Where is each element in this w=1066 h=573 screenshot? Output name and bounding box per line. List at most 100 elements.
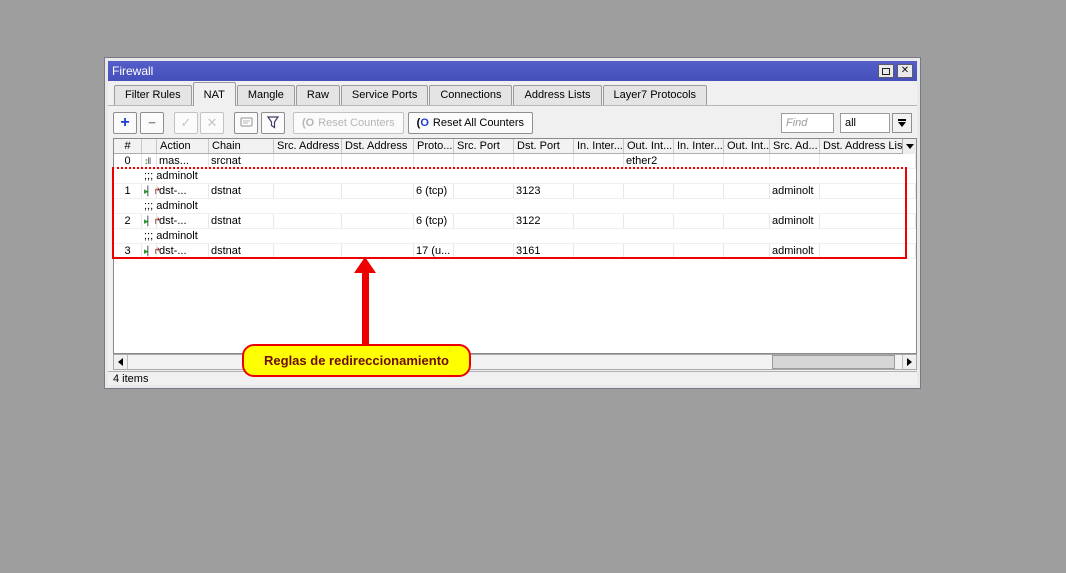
comment-row[interactable]: ;;; adminolt [114, 169, 916, 184]
filter-scope-dropdown[interactable]: all [840, 113, 890, 133]
close-button[interactable]: ✕ [897, 64, 913, 78]
cell-in-inter- [674, 154, 724, 168]
dst-nat-icon: ▸▏↱ [142, 244, 157, 258]
chevron-down-icon [898, 122, 906, 127]
annotation-arrowhead-icon [354, 257, 376, 273]
tab-bar: Filter RulesNATMangleRawService PortsCon… [108, 81, 917, 106]
cell-out-int- [724, 244, 770, 258]
cell-proto-: 6 (tcp) [414, 214, 454, 228]
tab-connections[interactable]: Connections [429, 85, 512, 105]
cell-proto- [414, 154, 454, 168]
tab-address-lists[interactable]: Address Lists [513, 85, 601, 105]
comment-row[interactable]: ;;; adminolt [114, 229, 916, 244]
plus-icon: + [120, 114, 129, 132]
column-header-Proto...[interactable]: Proto... [414, 139, 454, 153]
scroll-right-button[interactable] [902, 355, 916, 369]
remove-rule-button[interactable]: − [140, 112, 164, 134]
cell-out-int- [724, 184, 770, 198]
cell-src-ad-: adminolt [770, 244, 820, 258]
column-header-Src. Ad...[interactable]: Src. Ad... [770, 139, 820, 153]
toolbar: + − ✓ ✕ (O Reset Counters (O Reset All C… [113, 110, 912, 135]
column-header-Src. Port[interactable]: Src. Port [454, 139, 514, 153]
tab-raw[interactable]: Raw [296, 85, 340, 105]
cell-action: dst-... [157, 244, 209, 258]
tab-mangle[interactable]: Mangle [237, 85, 295, 105]
cell-proto-: 6 (tcp) [414, 184, 454, 198]
cell-in-inter- [574, 244, 624, 258]
scroll-left-button[interactable] [114, 355, 128, 369]
cell-out-int- [724, 154, 770, 168]
cell-action: mas... [157, 154, 209, 168]
column-header-Src. Address[interactable]: Src. Address [274, 139, 342, 153]
cell-out-int-: ether2 [624, 154, 674, 168]
cell-out-int- [624, 244, 674, 258]
cell-dst-address-lis [820, 244, 916, 258]
table-body: 0↕‖mas...srcnatether2;;; adminolt1▸▏↱dst… [114, 154, 916, 259]
column-header-In. Inter...[interactable]: In. Inter... [674, 139, 724, 153]
column-header-In. Inter...[interactable]: In. Inter... [574, 139, 624, 153]
comment-row[interactable]: ;;; adminolt [114, 199, 916, 214]
tab-nat[interactable]: NAT [193, 82, 236, 106]
funnel-icon [266, 116, 280, 129]
window-titlebar[interactable]: Firewall ✕ [108, 61, 917, 81]
column-header-Out. Int...[interactable]: Out. Int... [624, 139, 674, 153]
column-header-Dst. Port[interactable]: Dst. Port [514, 139, 574, 153]
cell-out-int- [624, 214, 674, 228]
cell-in-inter- [574, 214, 624, 228]
cell-dst-address-lis [820, 154, 916, 168]
column-header-Dst. Address[interactable]: Dst. Address [342, 139, 414, 153]
dst-nat-icon: ▸▏↱ [142, 184, 157, 198]
nat-rule-row[interactable]: 2▸▏↱dst-...dstnat6 (tcp)3122adminolt [114, 214, 916, 229]
cell-dst-address [342, 214, 414, 228]
column-header-icon[interactable] [142, 139, 157, 153]
add-rule-button[interactable]: + [113, 112, 137, 134]
scrollbar-thumb[interactable] [772, 355, 895, 369]
cell-in-inter- [674, 244, 724, 258]
tab-service-ports[interactable]: Service Ports [341, 85, 428, 105]
maximize-button[interactable] [878, 64, 894, 78]
cell-src-port [454, 214, 514, 228]
column-header-Chain[interactable]: Chain [209, 139, 274, 153]
comment-button[interactable] [234, 112, 258, 134]
cell-src-address [274, 154, 342, 168]
items-count: 4 items [113, 373, 148, 385]
cell-#: 2 [114, 214, 142, 228]
cell-dst-address-lis [820, 214, 916, 228]
reset-all-counters-button[interactable]: (O Reset All Counters [408, 112, 533, 134]
nat-rule-row[interactable]: 0↕‖mas...srcnatether2 [114, 154, 916, 169]
cell-dst-address-lis [820, 184, 916, 198]
dropdown-arrow-button[interactable] [892, 113, 912, 133]
desktop-background: Firewall ✕ Filter RulesNATMangleRawServi… [0, 0, 1066, 573]
cell-dst-port: 3123 [514, 184, 574, 198]
cell-proto-: 17 (u... [414, 244, 454, 258]
window-title: Firewall [112, 64, 878, 78]
column-header-#[interactable]: # [114, 139, 142, 153]
cell-chain: srcnat [209, 154, 274, 168]
cell-dst-address [342, 244, 414, 258]
cell-chain: dstnat [209, 244, 274, 258]
cell-chain: dstnat [209, 184, 274, 198]
find-input[interactable] [781, 113, 834, 133]
status-bar: 4 items [108, 371, 917, 387]
cell-src-ad- [770, 154, 820, 168]
disable-rule-button[interactable]: ✕ [200, 112, 224, 134]
window-controls: ✕ [878, 64, 913, 78]
cell-dst-address [342, 184, 414, 198]
nat-rules-table: # ActionChainSrc. AddressDst. AddressProt… [113, 138, 917, 354]
column-menu-button[interactable] [902, 139, 916, 154]
tab-filter-rules[interactable]: Filter Rules [114, 85, 192, 105]
cell-in-inter- [674, 214, 724, 228]
column-header-Out. Int...[interactable]: Out. Int... [724, 139, 770, 153]
column-header-Action[interactable]: Action [157, 139, 209, 153]
filter-button[interactable] [261, 112, 285, 134]
nat-rule-row[interactable]: 3▸▏↱dst-...dstnat17 (u...3161adminolt [114, 244, 916, 259]
horizontal-scrollbar[interactable] [113, 354, 917, 370]
nat-rule-row[interactable]: 1▸▏↱dst-...dstnat6 (tcp)3123adminolt [114, 184, 916, 199]
minus-icon: − [148, 115, 156, 130]
cell-dst-port: 3122 [514, 214, 574, 228]
cell-#: 1 [114, 184, 142, 198]
reset-counters-button[interactable]: (O Reset Counters [293, 112, 404, 134]
close-icon: ✕ [901, 66, 909, 76]
enable-rule-button[interactable]: ✓ [174, 112, 198, 134]
tab-layer7-protocols[interactable]: Layer7 Protocols [603, 85, 708, 105]
